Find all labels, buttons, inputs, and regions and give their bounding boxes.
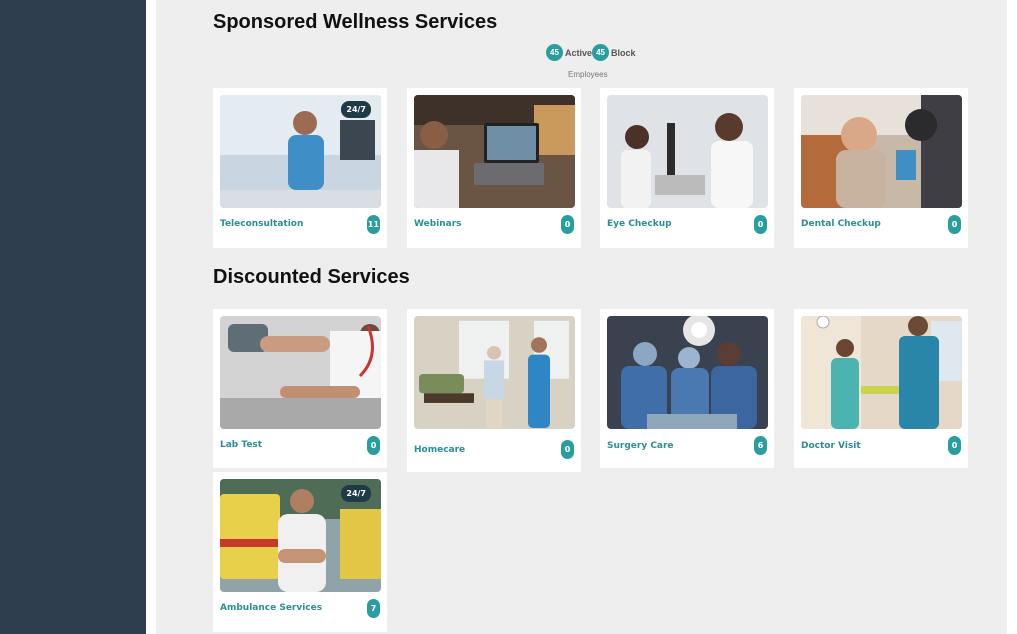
teleconsultation-photo-icon: 24/7: [220, 95, 381, 208]
card-label: Surgery Care: [607, 441, 674, 451]
service-card-surgery-care[interactable]: Surgery Care 6: [600, 309, 774, 468]
card-count-badge: 6: [754, 436, 767, 455]
card-label: Doctor Visit: [801, 441, 861, 451]
card-count-badge: 11: [367, 215, 380, 234]
card-label: Dental Checkup: [801, 219, 881, 229]
employees-label: Employees: [568, 70, 608, 79]
availability-badge: 24/7: [341, 101, 371, 118]
availability-badge: 24/7: [341, 485, 371, 502]
card-count-badge: 0: [561, 440, 574, 459]
card-label: Lab Test: [220, 440, 263, 450]
dental-checkup-photo-icon: [801, 95, 962, 208]
eye-checkup-photo-icon: [607, 95, 768, 208]
homecare-photo-icon: [414, 316, 575, 429]
block-count-badge: 45: [592, 44, 610, 61]
lab-test-photo-icon: [220, 316, 381, 429]
card-label: Eye Checkup: [607, 219, 672, 229]
card-label: Ambulance Services: [220, 603, 323, 613]
service-card-webinars[interactable]: Webinars 0: [407, 88, 581, 248]
card-count-badge: 0: [754, 215, 767, 234]
service-card-teleconsultation[interactable]: 24/7 Teleconsultation 11: [213, 88, 387, 248]
service-card-ambulance[interactable]: 24/7 Ambulance Services 7: [213, 472, 387, 632]
service-card-lab-test[interactable]: Lab Test 0: [213, 309, 387, 468]
employee-stats: 45 Active 45 Block: [546, 44, 636, 61]
service-card-doctor-visit[interactable]: Doctor Visit 0: [794, 309, 968, 468]
card-label: Homecare: [414, 445, 466, 455]
main-content: Sponsored Wellness Services 45 Active 45…: [156, 0, 1007, 634]
active-label: Active: [565, 47, 593, 58]
sidebar: [0, 0, 146, 634]
ambulance-photo-icon: 24/7: [220, 479, 381, 592]
surgery-care-photo-icon: [607, 316, 768, 429]
card-count-badge: 0: [948, 436, 961, 455]
discounted-section-title: Discounted Services: [213, 266, 410, 288]
card-count-badge: 0: [948, 215, 961, 234]
active-count-badge: 45: [546, 44, 563, 61]
card-label: Teleconsultation: [220, 219, 304, 229]
doctor-visit-photo-icon: [801, 316, 962, 429]
webinar-photo-icon: [414, 95, 575, 208]
card-count-badge: 7: [367, 599, 380, 618]
sponsored-section-title: Sponsored Wellness Services: [213, 11, 498, 33]
block-label: Block: [611, 47, 636, 58]
card-count-badge: 0: [367, 436, 380, 455]
service-card-homecare[interactable]: Homecare 0: [407, 309, 581, 472]
card-label: Webinars: [414, 219, 462, 229]
card-count-badge: 0: [561, 215, 574, 234]
service-card-eye-checkup[interactable]: Eye Checkup 0: [600, 88, 774, 248]
service-card-dental-checkup[interactable]: Dental Checkup 0: [794, 88, 968, 248]
